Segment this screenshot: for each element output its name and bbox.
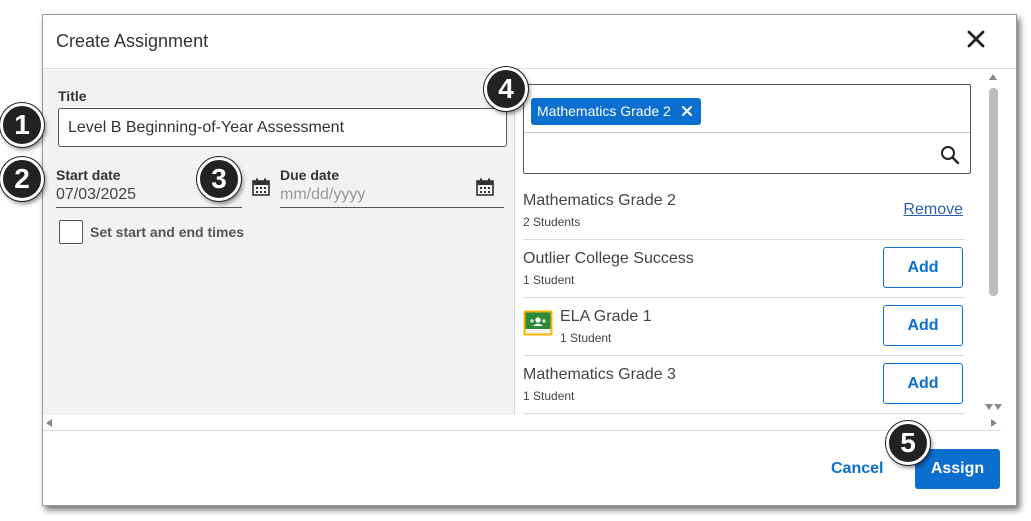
assignment-details-pane: Title Start date 07/03/2025 Due date mm/…: [43, 70, 515, 415]
class-student-count: 1 Student: [560, 331, 612, 345]
due-date-label: Due date: [280, 167, 340, 183]
set-times-label: Set start and end times: [90, 224, 245, 240]
chip-label: Mathematics Grade 2: [537, 103, 671, 119]
dialog-body: Title Start date 07/03/2025 Due date mm/…: [43, 70, 1001, 415]
class-name: ELA Grade 1: [560, 308, 652, 325]
search-icon[interactable]: [940, 145, 960, 165]
title-input[interactable]: [58, 108, 507, 147]
callout-badge: 4: [484, 67, 528, 111]
scroll-down-icon[interactable]: [985, 404, 993, 410]
title-label: Title: [58, 88, 87, 104]
set-times-checkbox[interactable]: [59, 220, 83, 244]
selected-class-chip: Mathematics Grade 2: [531, 98, 701, 125]
vertical-scrollbar[interactable]: [985, 70, 1002, 415]
horizontal-scrollbar[interactable]: [43, 415, 1001, 431]
class-student-count: 1 Student: [523, 389, 575, 403]
callout-badge: 2: [0, 157, 44, 201]
class-row: Mathematics Grade 3 1 Student Add: [523, 356, 965, 414]
remove-class-link[interactable]: Remove: [903, 201, 963, 219]
class-student-count: 1 Student: [523, 273, 575, 287]
class-picker-pane: Mathematics Grade 2 Mathematics Grade 2 …: [515, 70, 1001, 415]
due-date-underline: [280, 207, 504, 208]
class-list: Mathematics Grade 2 2 Students Remove Ou…: [523, 182, 965, 414]
vertical-scrollbar-thumb[interactable]: [989, 88, 998, 296]
assign-button[interactable]: Assign: [915, 449, 1000, 489]
class-student-count: 2 Students: [523, 215, 581, 229]
class-name: Mathematics Grade 2: [523, 192, 676, 209]
class-row: Outlier College Success 1 Student Add: [523, 240, 965, 298]
due-date-input[interactable]: mm/dd/yyyy: [280, 186, 365, 204]
start-date-calendar-icon[interactable]: [251, 177, 271, 197]
dialog-title: Create Assignment: [56, 31, 209, 51]
scroll-up-icon[interactable]: [989, 74, 997, 80]
callout-badge: 1: [0, 103, 44, 147]
cancel-button[interactable]: Cancel: [831, 460, 883, 478]
due-date-calendar-icon[interactable]: [475, 177, 495, 197]
add-class-button[interactable]: Add: [883, 305, 963, 346]
start-date-label: Start date: [56, 167, 121, 183]
class-search-box: Mathematics Grade 2: [523, 84, 971, 174]
start-date-input[interactable]: 07/03/2025: [56, 186, 136, 204]
search-divider: [524, 132, 970, 133]
class-row: ELA Grade 1 1 Student Add: [523, 298, 965, 356]
scroll-left-icon[interactable]: [46, 419, 52, 427]
scroll-down-icon[interactable]: [994, 404, 1002, 410]
callout-badge: 5: [886, 421, 930, 465]
dialog-header: Create Assignment: [43, 15, 1016, 69]
close-icon[interactable]: [966, 29, 986, 49]
class-name: Outlier College Success: [523, 250, 694, 267]
scroll-right-icon[interactable]: [991, 419, 997, 427]
class-search-input[interactable]: [530, 139, 930, 167]
start-date-underline: [56, 207, 242, 208]
class-row: Mathematics Grade 2 2 Students Remove: [523, 182, 965, 240]
google-classroom-icon: [523, 310, 553, 336]
callout-badge: 3: [197, 157, 241, 201]
class-name: Mathematics Grade 3: [523, 366, 676, 383]
add-class-button[interactable]: Add: [883, 363, 963, 404]
create-assignment-dialog: Create Assignment Title Start date 07/03…: [42, 14, 1017, 506]
remove-chip-icon[interactable]: [680, 104, 694, 118]
add-class-button[interactable]: Add: [883, 247, 963, 288]
